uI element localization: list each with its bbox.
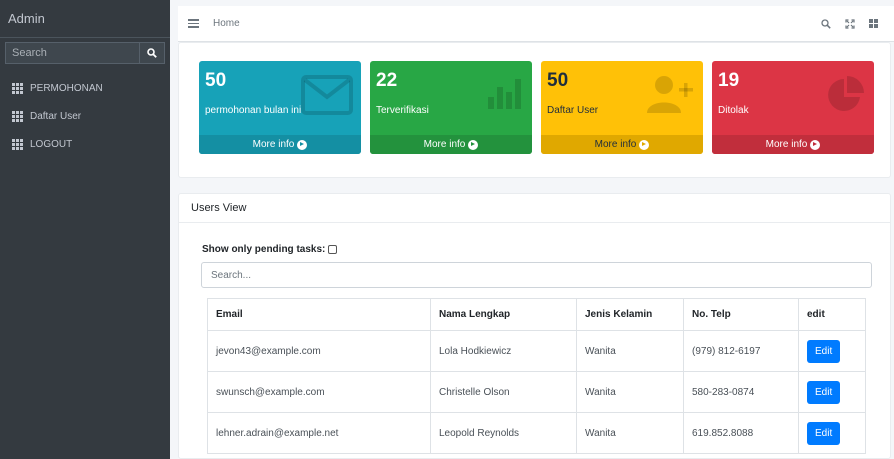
search-icon[interactable] bbox=[821, 18, 831, 29]
card-title: Users View bbox=[179, 194, 890, 223]
column-header-email[interactable]: Email bbox=[207, 298, 431, 331]
pending-filter-checkbox[interactable] bbox=[328, 245, 338, 254]
users-table: Email Nama Lengkap Jenis Kelamin No. Tel… bbox=[207, 298, 866, 454]
cell-email: lehner.adrain@example.net bbox=[207, 412, 431, 454]
cell-gender: Wanita bbox=[576, 330, 684, 372]
sidebar-item-label: LOGOUT bbox=[30, 138, 73, 150]
sidebar-search: Search bbox=[5, 42, 165, 64]
sidebar-item-logout[interactable]: LOGOUT bbox=[0, 130, 170, 158]
table-row: lehner.adrain@example.net Leopold Reynol… bbox=[207, 412, 866, 454]
sidebar-search-input[interactable]: Search bbox=[5, 42, 139, 64]
more-info-link[interactable]: More info bbox=[370, 135, 532, 154]
cell-email: jevon43@example.com bbox=[207, 330, 431, 372]
cell-phone: 619.852.8088 bbox=[683, 412, 799, 454]
column-header-no-telp[interactable]: No. Telp bbox=[683, 298, 799, 331]
cell-gender: Wanita bbox=[576, 371, 684, 413]
home-link[interactable]: Home bbox=[213, 18, 240, 29]
table-row: jevon43@example.com Lola Hodkiewicz Wani… bbox=[207, 330, 866, 372]
column-header-nama-lengkap[interactable]: Nama Lengkap bbox=[430, 298, 577, 331]
table-row: swunsch@example.com Christelle Olson Wan… bbox=[207, 371, 866, 413]
sidebar-nav: PERMOHONAN Daftar User LOGOUT bbox=[0, 74, 170, 158]
pending-filter: Show only pending tasks: bbox=[202, 244, 338, 255]
arrow-circle-right-icon bbox=[468, 139, 479, 150]
users-view-card: Users View Show only pending tasks: Sear… bbox=[178, 193, 891, 459]
sidebar: Admin Search PERMOHONAN Daftar User LOGO… bbox=[0, 0, 170, 459]
column-header-jenis-kelamin[interactable]: Jenis Kelamin bbox=[576, 298, 684, 331]
column-header-edit: edit bbox=[798, 298, 866, 331]
more-info-link[interactable]: More info bbox=[541, 135, 703, 154]
more-info-link[interactable]: More info bbox=[712, 135, 874, 154]
bar-chart-icon bbox=[488, 79, 521, 109]
menu-toggle-icon[interactable] bbox=[188, 19, 199, 28]
topbar: Home bbox=[178, 6, 894, 42]
user-plus-icon bbox=[647, 76, 693, 113]
search-icon bbox=[147, 48, 157, 58]
brand-title[interactable]: Admin bbox=[0, 0, 170, 38]
arrow-circle-right-icon bbox=[810, 139, 821, 150]
cell-name: Christelle Olson bbox=[430, 371, 577, 413]
more-info-link[interactable]: More info bbox=[199, 135, 361, 154]
stat-box-ditolak: 19 Ditolak More info bbox=[712, 61, 874, 154]
sidebar-item-label: PERMOHONAN bbox=[30, 82, 103, 94]
edit-button[interactable]: Edit bbox=[807, 339, 841, 363]
table-icon bbox=[12, 82, 23, 94]
cell-email: swunsch@example.com bbox=[207, 371, 431, 413]
table-icon bbox=[12, 138, 23, 150]
cell-phone: (979) 812-6197 bbox=[683, 330, 799, 372]
sidebar-item-label: Daftar User bbox=[30, 110, 82, 122]
sidebar-search-button[interactable] bbox=[139, 42, 165, 64]
stat-box-daftar-user: 50 Daftar User More info bbox=[541, 61, 703, 154]
arrow-circle-right-icon bbox=[297, 139, 308, 150]
users-search-input[interactable]: Search... bbox=[201, 262, 872, 288]
cell-name: Lola Hodkiewicz bbox=[430, 330, 577, 372]
stat-box-permohonan: 50 permohonan bulan ini More info bbox=[199, 61, 361, 154]
cell-name: Leopold Reynolds bbox=[430, 412, 577, 454]
table-header-row: Email Nama Lengkap Jenis Kelamin No. Tel… bbox=[207, 298, 866, 331]
cell-phone: 580-283-0874 bbox=[683, 371, 799, 413]
fullscreen-icon[interactable] bbox=[845, 18, 855, 29]
stat-box-terverifikasi: 22 Terverifikasi More info bbox=[370, 61, 532, 154]
edit-button[interactable]: Edit bbox=[807, 421, 841, 445]
cell-gender: Wanita bbox=[576, 412, 684, 454]
edit-button[interactable]: Edit bbox=[807, 380, 841, 404]
sidebar-item-daftar-user[interactable]: Daftar User bbox=[0, 102, 170, 130]
pie-chart-icon bbox=[828, 76, 864, 111]
table-icon bbox=[12, 110, 23, 122]
pending-filter-label: Show only pending tasks: bbox=[202, 244, 326, 255]
cell-edit: Edit bbox=[798, 412, 866, 454]
topbar-actions bbox=[821, 18, 878, 29]
apps-grid-icon[interactable] bbox=[869, 19, 878, 28]
stat-boxes: 50 permohonan bulan ini More info 22 Ter… bbox=[178, 42, 891, 178]
envelope-icon bbox=[301, 75, 353, 115]
cell-edit: Edit bbox=[798, 371, 866, 413]
sidebar-item-permohonan[interactable]: PERMOHONAN bbox=[0, 74, 170, 102]
cell-edit: Edit bbox=[798, 330, 866, 372]
arrow-circle-right-icon bbox=[639, 139, 650, 150]
